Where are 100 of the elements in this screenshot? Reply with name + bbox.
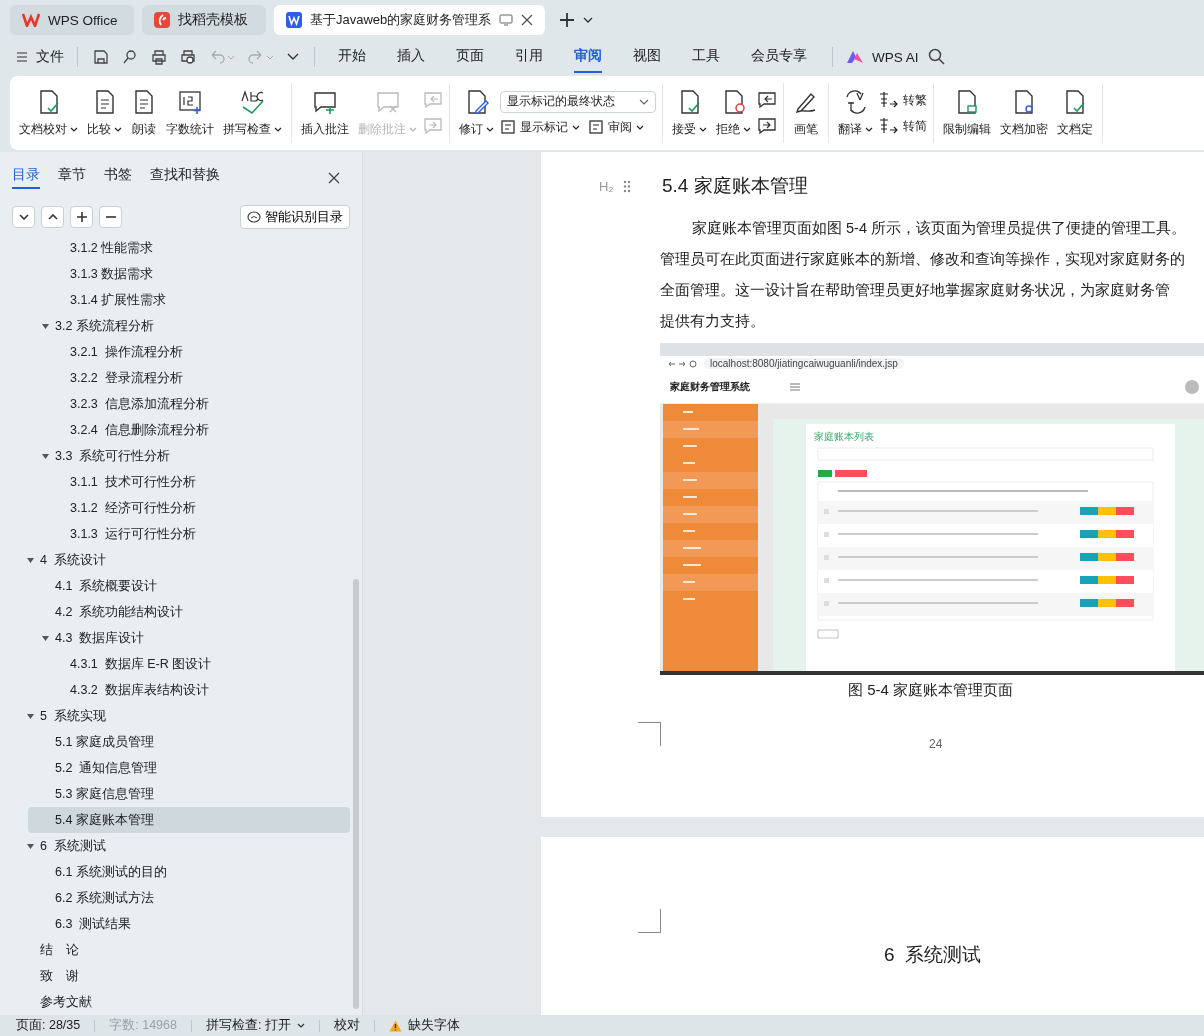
- expand-button[interactable]: [12, 206, 35, 228]
- save-icon[interactable]: [93, 49, 109, 65]
- ribbon-button[interactable]: 限制编辑: [940, 88, 994, 138]
- status-item[interactable]: 拼写检查: 打开: [205, 1017, 305, 1034]
- status-item[interactable]: 页面: 28/35: [16, 1017, 81, 1034]
- toc-item[interactable]: 4 系统设计: [0, 547, 350, 573]
- caret-icon[interactable]: [41, 451, 50, 461]
- toc-item[interactable]: 6.3 测试结果: [0, 911, 350, 937]
- toc-item[interactable]: 3.2.2 登录流程分析: [0, 365, 350, 391]
- remove-button[interactable]: [99, 206, 122, 228]
- toc-item[interactable]: 4.1 系统概要设计: [0, 573, 350, 599]
- ribbon-button[interactable]: 字数统计: [163, 88, 217, 138]
- key-icon[interactable]: [122, 49, 138, 65]
- chapter-heading: 6 系统测试: [884, 943, 982, 967]
- toc-item[interactable]: 3.3 系统可行性分析: [0, 443, 350, 469]
- toc-item[interactable]: 4.3.2 数据库表结构设计: [0, 677, 350, 703]
- close-icon[interactable]: [328, 171, 340, 184]
- toc-item[interactable]: 3.1.3 运行可行性分析: [0, 521, 350, 547]
- ribbon-tab[interactable]: 审阅: [574, 41, 602, 73]
- toc-item[interactable]: 3.1.3 数据需求: [0, 261, 350, 287]
- warning-icon: [388, 1019, 402, 1032]
- markup-dropdown[interactable]: 显示标记的最终状态: [500, 90, 656, 113]
- pane-tab[interactable]: 目录: [12, 166, 40, 189]
- ribbon-button[interactable]: 文档定: [1054, 88, 1096, 138]
- caret-icon[interactable]: [41, 633, 50, 643]
- toc-item[interactable]: 3.2.4 信息删除流程分析: [0, 417, 350, 443]
- ribbon-button[interactable]: 翻译: [835, 88, 876, 138]
- window-tab[interactable]: WPS Office: [10, 5, 134, 35]
- ribbon-button[interactable]: 拼写检查: [220, 88, 285, 138]
- ribbon-tab[interactable]: 插入: [397, 41, 425, 73]
- ribbon-tab[interactable]: 工具: [692, 41, 720, 73]
- body-text-line: 提供有力支持。: [660, 312, 766, 331]
- toc-item[interactable]: 参考文献: [0, 989, 350, 1015]
- ribbon-button[interactable]: 拒绝: [713, 88, 754, 138]
- next-comment-button[interactable]: [757, 117, 777, 135]
- caret-icon[interactable]: [41, 321, 50, 331]
- toc-item[interactable]: 结 论: [0, 937, 350, 963]
- print-preview-icon[interactable]: [180, 49, 196, 65]
- ribbon-tab[interactable]: 引用: [515, 41, 543, 73]
- status-item[interactable]: 校对: [333, 1017, 360, 1034]
- ribbon-tab[interactable]: 页面: [456, 41, 484, 73]
- ribbon-button[interactable]: 接受: [669, 88, 710, 138]
- window-tab[interactable]: 基于Javaweb的家庭财务管理系: [274, 5, 546, 35]
- body-text-line: 管理员可在此页面进行家庭账本的新增、修改和查询等操作，实现对家庭财务的: [660, 250, 1186, 269]
- missing-font-warning[interactable]: 缺失字体: [388, 1017, 460, 1034]
- toc-item[interactable]: 6 系统测试: [0, 833, 350, 859]
- file-menu[interactable]: 文件: [16, 48, 64, 66]
- ribbon-button[interactable]: 插入批注: [298, 88, 352, 138]
- ribbon-button[interactable]: 比较: [84, 88, 125, 138]
- toc-item[interactable]: 3.1.2 性能需求: [0, 239, 350, 261]
- chevron-down-icon[interactable]: [583, 17, 594, 23]
- ribbon-button[interactable]: 转简: [879, 117, 927, 135]
- toc-item[interactable]: 3.2.3 信息添加流程分析: [0, 391, 350, 417]
- drag-handle-icon[interactable]: [623, 179, 631, 193]
- caret-icon[interactable]: [26, 711, 35, 721]
- caret-icon[interactable]: [26, 555, 35, 565]
- toc-item[interactable]: 4.3 数据库设计: [0, 625, 350, 651]
- ai-button[interactable]: WPS AI: [846, 49, 919, 65]
- ribbon-tab[interactable]: 开始: [338, 41, 366, 73]
- smart-toc-button[interactable]: 智能识别目录: [240, 205, 350, 229]
- ribbon-tab[interactable]: 视图: [633, 41, 661, 73]
- chevron-down-icon[interactable]: [287, 53, 299, 61]
- caret-icon[interactable]: [26, 841, 35, 851]
- ribbon-button[interactable]: 审阅: [588, 118, 644, 136]
- toc-item[interactable]: 4.2 系统功能结构设计: [0, 599, 350, 625]
- search-icon[interactable]: [927, 48, 946, 66]
- ribbon-tab[interactable]: 会员专享: [751, 41, 807, 73]
- address-bar: localhost:8080/jiatingcaiwuguanli/index.jsp: [704, 358, 904, 369]
- previous-comment-button[interactable]: [757, 91, 777, 109]
- print-icon[interactable]: [151, 49, 167, 65]
- toc-item[interactable]: 4.3.1 数据库 E-R 图设计: [0, 651, 350, 677]
- scrollbar-thumb[interactable]: [353, 579, 359, 1009]
- ribbon-button[interactable]: 朗读: [128, 88, 160, 138]
- add-button[interactable]: [70, 206, 93, 228]
- toc-item[interactable]: 6.1 系统测试的目的: [0, 859, 350, 885]
- toc-item[interactable]: 5.1 家庭成员管理: [0, 729, 350, 755]
- toc-item[interactable]: 3.1.1 技术可行性分析: [0, 469, 350, 495]
- window-tab[interactable]: 找稻壳模板: [142, 5, 266, 35]
- toc-item[interactable]: 致 谢: [0, 963, 350, 989]
- toc-item[interactable]: 3.2.1 操作流程分析: [0, 339, 350, 365]
- ribbon-button[interactable]: 文档校对: [16, 88, 81, 138]
- ribbon-button[interactable]: 文档加密: [997, 88, 1051, 138]
- toc-item[interactable]: 5.3 家庭信息管理: [0, 781, 350, 807]
- plus-icon[interactable]: [559, 12, 576, 28]
- pane-tab[interactable]: 书签: [104, 166, 132, 189]
- pane-tab[interactable]: 查找和替换: [150, 166, 220, 189]
- toc-item[interactable]: 5.4 家庭账本管理: [28, 807, 350, 833]
- toc-item[interactable]: 6.2 系统测试方法: [0, 885, 350, 911]
- collapse-button[interactable]: [41, 206, 64, 228]
- ribbon-button[interactable]: 显示标记: [500, 118, 580, 136]
- close-icon[interactable]: [521, 14, 534, 26]
- ribbon-button[interactable]: 画笔: [790, 88, 822, 138]
- pane-tab[interactable]: 章节: [58, 166, 86, 189]
- ribbon-button[interactable]: 转繁: [879, 91, 927, 109]
- toc-item[interactable]: 3.2 系统流程分析: [0, 313, 350, 339]
- ribbon-button[interactable]: 修订: [456, 88, 497, 138]
- toc-item[interactable]: 3.1.4 扩展性需求: [0, 287, 350, 313]
- toc-item[interactable]: 5.2 通知信息管理: [0, 755, 350, 781]
- toc-item[interactable]: 5 系统实现: [0, 703, 350, 729]
- toc-item[interactable]: 3.1.2 经济可行性分析: [0, 495, 350, 521]
